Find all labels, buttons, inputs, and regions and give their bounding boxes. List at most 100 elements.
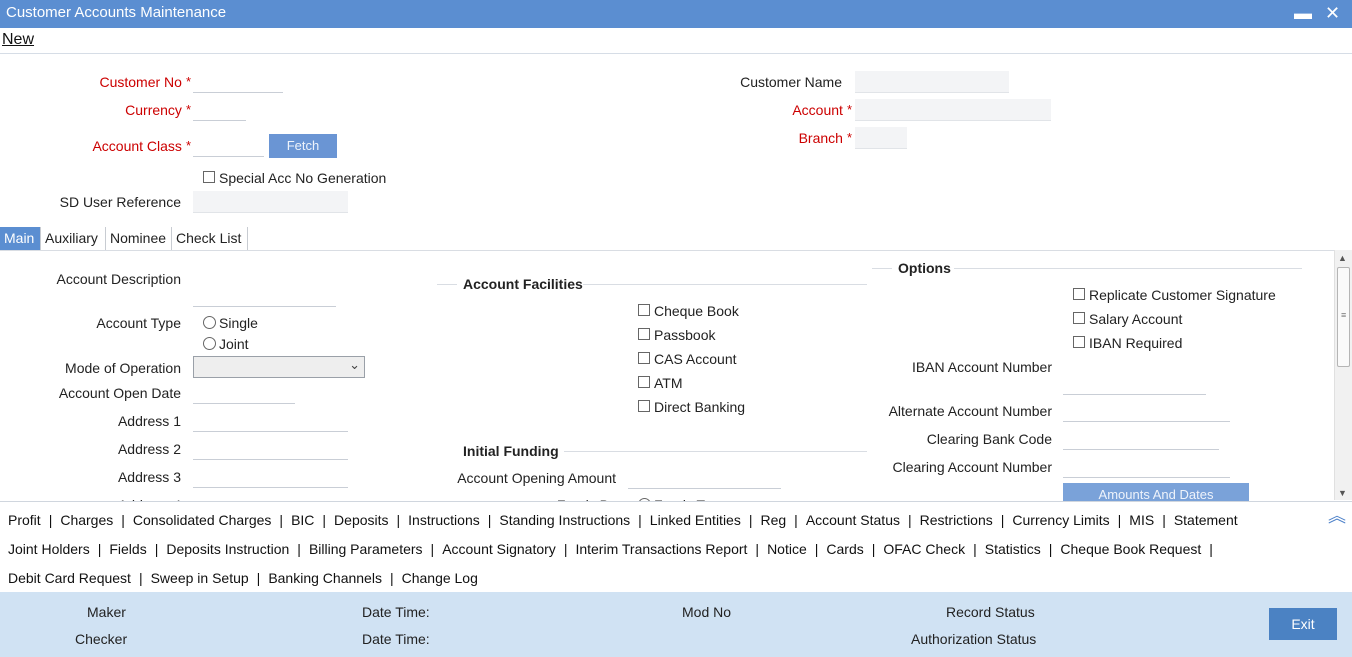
maker-label: Maker xyxy=(87,604,126,620)
tab-check-list[interactable]: Check List xyxy=(172,227,248,251)
clearing-bank-code-label: Clearing Bank Code xyxy=(926,431,1052,447)
address3-input[interactable] xyxy=(193,466,348,488)
iban-account-number-input[interactable] xyxy=(1063,373,1206,395)
account-type-joint-radio[interactable] xyxy=(203,337,216,350)
account-label: Account * xyxy=(792,102,852,118)
link-cards[interactable]: Cards xyxy=(818,535,871,563)
currency-input[interactable] xyxy=(193,99,246,121)
link-account-signatory[interactable]: Account Signatory xyxy=(434,535,564,563)
address2-label: Address 2 xyxy=(117,441,181,457)
tab-main[interactable]: Main xyxy=(0,227,41,251)
customer-name-input[interactable] xyxy=(855,71,1009,93)
passbook-checkbox[interactable] xyxy=(638,328,650,340)
links-row-2: Joint Holders | Fields | Deposits Instructio… xyxy=(0,535,1213,563)
tab-nominee[interactable]: Nominee xyxy=(106,227,172,251)
link-bic[interactable]: BIC xyxy=(283,506,322,534)
link-joint-holders[interactable]: Joint Holders xyxy=(0,535,98,563)
customer-no-label: Customer No * xyxy=(99,74,191,90)
link-ofac-check[interactable]: OFAC Check xyxy=(875,535,973,563)
link-debit-card-request[interactable]: Debit Card Request xyxy=(0,564,139,592)
link-standing-instructions[interactable]: Standing Instructions xyxy=(491,506,638,534)
clearing-account-number-input[interactable] xyxy=(1063,456,1230,478)
link-reg[interactable]: Reg xyxy=(752,506,794,534)
link-consolidated-charges[interactable]: Consolidated Charges xyxy=(125,506,280,534)
account-class-input[interactable] xyxy=(193,135,264,157)
link-statistics[interactable]: Statistics xyxy=(977,535,1049,563)
account-description-label: Account Description xyxy=(56,271,181,287)
special-acc-checkbox[interactable] xyxy=(203,171,215,183)
link-profit[interactable]: Profit xyxy=(0,506,49,534)
address1-input[interactable] xyxy=(193,410,348,432)
replicate-customer-signature-checkbox[interactable] xyxy=(1073,288,1085,300)
special-acc-label: Special Acc No Generation xyxy=(219,170,387,186)
account-open-date-input[interactable] xyxy=(193,382,295,404)
scroll-grip-icon: ≡ xyxy=(1341,310,1347,320)
passbook-label: Passbook xyxy=(654,327,716,343)
sub-screen-links: Profit | Charges | Consolidated Charges | BIC |… xyxy=(0,501,1352,592)
link-billing-parameters[interactable]: Billing Parameters xyxy=(301,535,431,563)
link-interim-transactions-report[interactable]: Interim Transactions Report xyxy=(567,535,755,563)
account-opening-amount-label: Account Opening Amount xyxy=(457,470,616,486)
atm-label: ATM xyxy=(654,375,683,391)
account-type-single-radio[interactable] xyxy=(203,316,216,329)
fetch-button[interactable]: Fetch xyxy=(269,134,337,158)
collapse-chevron-icon[interactable]: ︽ xyxy=(1328,502,1346,528)
branch-label: Branch * xyxy=(798,130,852,146)
clearing-account-number-label: Clearing Account Number xyxy=(892,459,1052,475)
atm-checkbox[interactable] xyxy=(638,376,650,388)
cheque-book-checkbox[interactable] xyxy=(638,304,650,316)
mod-no-label: Mod No xyxy=(682,604,732,620)
link-notice[interactable]: Notice xyxy=(759,535,815,563)
minimize-icon[interactable]: ▬ xyxy=(1294,0,1312,26)
link-sweep-in-setup[interactable]: Sweep in Setup xyxy=(143,564,257,592)
account-opening-amount-input[interactable] xyxy=(628,467,781,489)
tab-auxiliary[interactable]: Auxiliary xyxy=(41,227,106,251)
direct-banking-checkbox[interactable] xyxy=(638,400,650,412)
sd-user-reference-label: SD User Reference xyxy=(59,194,181,210)
amounts-and-dates-button[interactable]: Amounts And Dates xyxy=(1063,483,1249,503)
link-statement[interactable]: Statement xyxy=(1166,506,1246,534)
link-mis[interactable]: MIS xyxy=(1121,506,1162,534)
direct-banking-label: Direct Banking xyxy=(654,399,746,415)
maker-date-time-label: Date Time: xyxy=(362,604,430,620)
address2-input[interactable] xyxy=(193,438,348,460)
link-charges[interactable]: Charges xyxy=(52,506,121,534)
link-banking-channels[interactable]: Banking Channels xyxy=(260,564,390,592)
branch-input[interactable] xyxy=(855,127,907,149)
new-button[interactable]: New xyxy=(2,31,34,49)
account-type-single-label: Single xyxy=(219,315,258,331)
link-change-log[interactable]: Change Log xyxy=(394,564,486,592)
scroll-thumb[interactable]: ≡ xyxy=(1337,267,1350,367)
link-currency-limits[interactable]: Currency Limits xyxy=(1004,506,1117,534)
cas-account-checkbox[interactable] xyxy=(638,352,650,364)
customer-no-input[interactable] xyxy=(193,71,283,93)
link-cheque-book-request[interactable]: Cheque Book Request xyxy=(1052,535,1209,563)
sd-user-reference-input[interactable] xyxy=(193,191,348,213)
iban-required-checkbox[interactable] xyxy=(1073,336,1085,348)
salary-account-checkbox[interactable] xyxy=(1073,312,1085,324)
link-instructions[interactable]: Instructions xyxy=(400,506,488,534)
link-restrictions[interactable]: Restrictions xyxy=(912,506,1001,534)
mode-of-operation-select[interactable]: ⌄ xyxy=(193,356,365,378)
scroll-up-icon[interactable]: ▲ xyxy=(1338,253,1347,263)
account-description-input[interactable] xyxy=(193,285,336,307)
clearing-bank-code-input[interactable] xyxy=(1063,428,1219,450)
link-fields[interactable]: Fields xyxy=(101,535,154,563)
initial-funding-title: Initial Funding xyxy=(463,443,559,459)
currency-label: Currency * xyxy=(125,102,191,118)
link-deposits[interactable]: Deposits xyxy=(326,506,396,534)
links-row-1: Profit | Charges | Consolidated Charges | BIC |… xyxy=(0,506,1246,534)
link-deposits-instruction[interactable]: Deposits Instruction xyxy=(158,535,297,563)
vertical-scrollbar[interactable]: ▲ ≡ ▼ xyxy=(1334,250,1352,500)
iban-account-number-label: IBAN Account Number xyxy=(911,359,1052,375)
exit-button[interactable]: Exit xyxy=(1269,608,1337,640)
scroll-down-icon[interactable]: ▼ xyxy=(1338,488,1347,498)
link-account-status[interactable]: Account Status xyxy=(798,506,908,534)
account-input[interactable] xyxy=(855,99,1051,121)
close-icon[interactable]: ✕ xyxy=(1325,0,1340,26)
authorization-status-label: Authorization Status xyxy=(911,631,1037,647)
link-linked-entities[interactable]: Linked Entities xyxy=(642,506,749,534)
checker-label: Checker xyxy=(75,631,128,647)
alternate-account-number-input[interactable] xyxy=(1063,400,1230,422)
chevron-down-icon: ⌄ xyxy=(349,357,360,372)
